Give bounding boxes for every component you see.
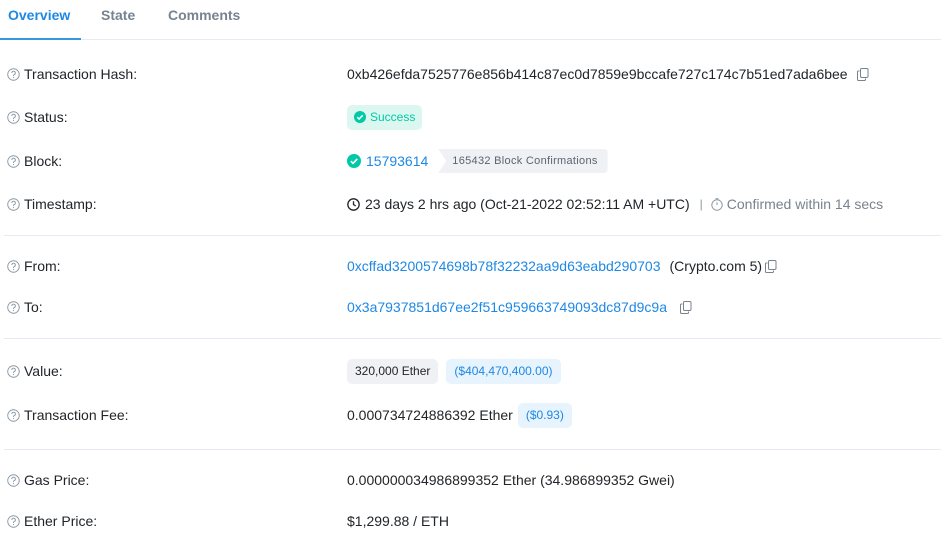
timestamp-value: 23 days 2 hrs ago (Oct-21-2022 02:52:11 … xyxy=(365,196,690,212)
row-value: Value: 320,000 Ether ($404,470,400.00) xyxy=(0,358,941,384)
row-to: To: 0x3a7937851d67ee2f51c959663749093dc8… xyxy=(0,297,941,317)
divider xyxy=(4,235,941,236)
transaction-hash-label: Transaction Hash: xyxy=(24,66,138,82)
status-badge: Success xyxy=(347,104,423,130)
check-circle-icon xyxy=(354,111,366,123)
status-text: Success xyxy=(370,110,416,124)
help-icon[interactable] xyxy=(7,155,20,168)
tab-state[interactable]: State xyxy=(101,7,135,23)
row-status: Status: Success xyxy=(0,104,941,130)
help-icon[interactable] xyxy=(7,260,20,273)
copy-icon[interactable] xyxy=(857,68,869,81)
from-name-tag: (Crypto.com 5) xyxy=(669,258,763,274)
help-icon[interactable] xyxy=(7,198,20,211)
to-address-link[interactable]: 0x3a7937851d67ee2f51c959663749093dc87d9c… xyxy=(347,299,667,315)
value-amount-badge: 320,000 Ether xyxy=(347,358,439,384)
transaction-fee-usd-badge: ($0.93) xyxy=(517,402,572,428)
transaction-fee-amount: 0.000734724886392 Ether xyxy=(347,407,513,423)
gas-price-value: 0.000000034986899352 Ether (34.986899352… xyxy=(347,472,675,488)
timestamp-label: Timestamp: xyxy=(24,196,97,212)
tab-bar: Overview State Comments xyxy=(0,0,941,40)
check-circle-icon xyxy=(347,154,361,168)
row-ether-price: Ether Price: $1,299.88 / ETH xyxy=(0,511,941,531)
to-label: To: xyxy=(24,299,43,315)
status-label: Status: xyxy=(24,109,68,125)
tab-comments[interactable]: Comments xyxy=(168,7,240,23)
timer-icon xyxy=(711,197,723,211)
clock-icon xyxy=(347,197,360,211)
row-from: From: 0xcffad3200574698b78f32232aa9d63ea… xyxy=(0,256,941,276)
help-icon[interactable] xyxy=(7,409,20,422)
divider xyxy=(4,338,941,339)
help-icon[interactable] xyxy=(7,474,20,487)
copy-icon[interactable] xyxy=(680,301,692,314)
ether-price-value: $1,299.88 / ETH xyxy=(347,513,449,529)
row-transaction-fee: Transaction Fee: 0.000734724886392 Ether… xyxy=(0,402,941,428)
help-icon[interactable] xyxy=(7,515,20,528)
separator: | xyxy=(699,197,703,211)
row-transaction-hash: Transaction Hash: 0xb426efda7525776e856b… xyxy=(0,64,941,84)
ether-price-label: Ether Price: xyxy=(24,513,98,529)
copy-icon[interactable] xyxy=(765,260,777,273)
tab-overview[interactable]: Overview xyxy=(8,7,70,23)
help-icon[interactable] xyxy=(7,68,20,81)
value-label: Value: xyxy=(24,363,63,379)
transaction-hash-value: 0xb426efda7525776e856b414c87ec0d7859e9bc… xyxy=(347,66,848,82)
row-block: Block: 15793614 165432 Block Confirmatio… xyxy=(0,149,941,173)
block-label: Block: xyxy=(24,153,63,169)
block-confirmations-badge: 165432 Block Confirmations xyxy=(438,149,608,173)
divider xyxy=(4,449,941,450)
block-number-link[interactable]: 15793614 xyxy=(366,153,428,169)
from-label: From: xyxy=(24,258,61,274)
value-usd-badge: ($404,470,400.00) xyxy=(446,358,561,384)
confirmed-within-text: Confirmed within 14 secs xyxy=(726,196,884,212)
help-icon[interactable] xyxy=(7,365,20,378)
help-icon[interactable] xyxy=(7,301,20,314)
row-timestamp: Timestamp: 23 days 2 hrs ago (Oct-21-202… xyxy=(0,194,941,214)
row-gas-price: Gas Price: 0.000000034986899352 Ether (3… xyxy=(0,470,941,490)
transaction-fee-label: Transaction Fee: xyxy=(24,407,129,423)
gas-price-label: Gas Price: xyxy=(24,472,90,488)
active-tab-indicator xyxy=(0,38,81,40)
help-icon[interactable] xyxy=(7,111,20,124)
from-address-link[interactable]: 0xcffad3200574698b78f32232aa9d63eabd2907… xyxy=(347,258,661,274)
